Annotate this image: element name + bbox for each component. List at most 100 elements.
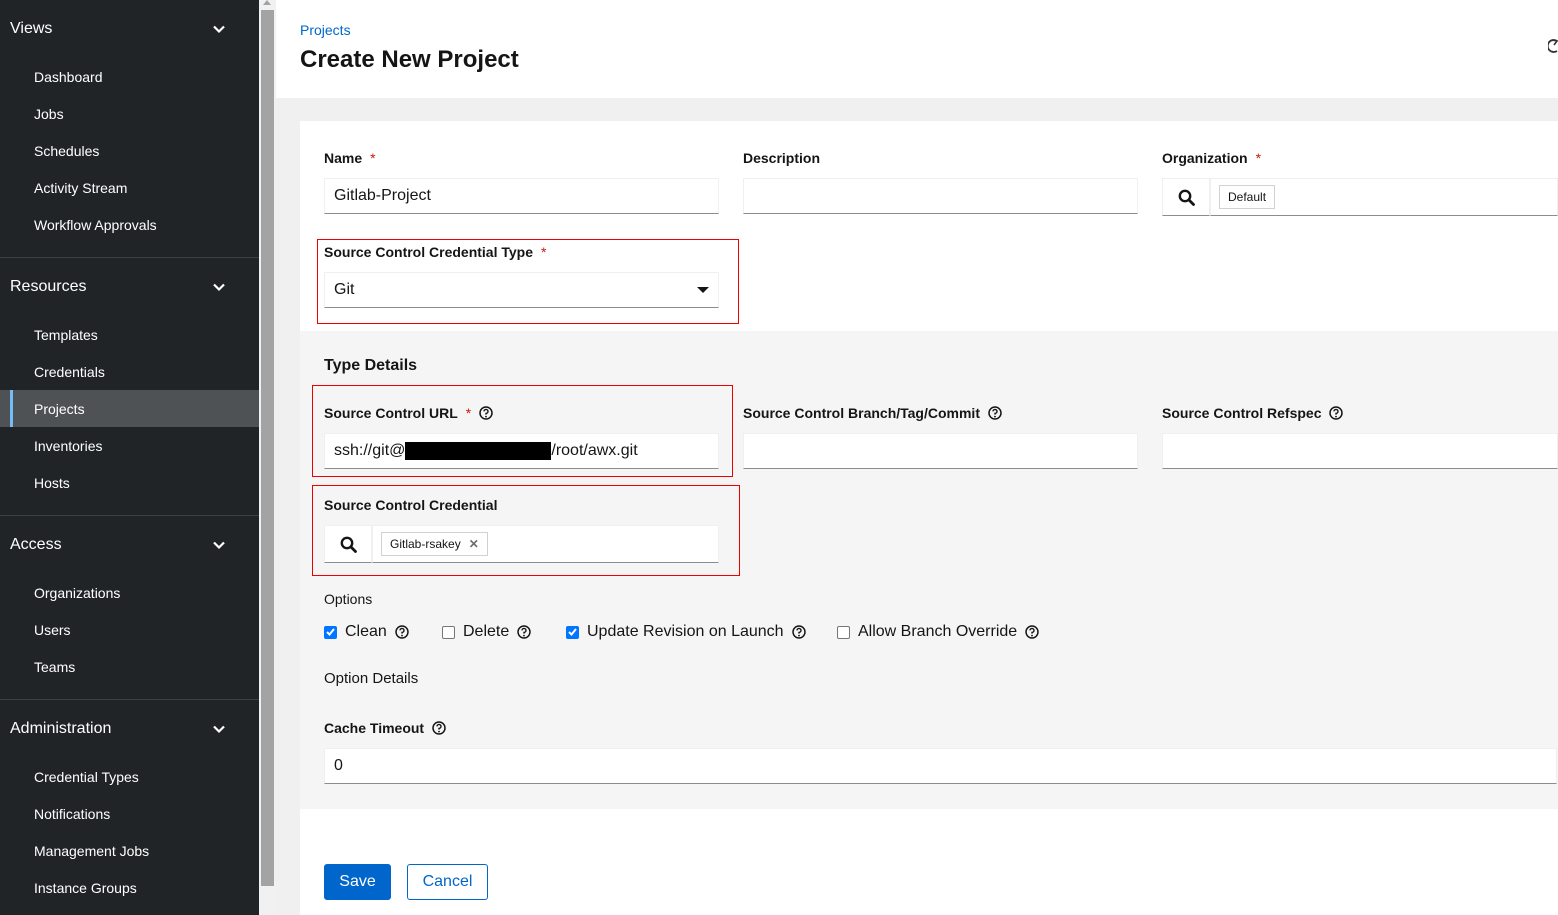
sidebar-item-organizations[interactable]: Organizations <box>0 574 259 611</box>
option-delete[interactable]: Delete <box>442 623 531 641</box>
credential-lookup-button[interactable] <box>324 525 372 563</box>
scm-refspec-input[interactable] <box>1162 433 1558 469</box>
help-icon[interactable] <box>479 406 493 420</box>
credential-lookup-field[interactable]: Gitlab-rsakey ✕ <box>372 525 719 563</box>
sidebar-item-management-jobs[interactable]: Management Jobs <box>0 832 259 869</box>
organization-chip: Default <box>1219 185 1276 209</box>
help-icon[interactable] <box>791 625 806 639</box>
organization-lookup-button[interactable] <box>1162 178 1210 216</box>
clean-label: Clean <box>345 623 387 640</box>
allow-branch-override-checkbox[interactable] <box>837 625 850 639</box>
sidebar-item-jobs[interactable]: Jobs <box>0 95 259 132</box>
organization-lookup-field[interactable]: Default <box>1210 178 1558 216</box>
sidebar-item-schedules[interactable]: Schedules <box>0 132 259 169</box>
scroll-up-arrow-icon[interactable] <box>263 0 271 5</box>
save-button[interactable]: Save <box>324 864 391 900</box>
required-asterisk: * <box>370 150 376 166</box>
breadcrumb-projects[interactable]: Projects <box>300 22 351 38</box>
nav-group-access: Access Organizations Users Teams <box>0 516 259 700</box>
history-icon[interactable] <box>1548 38 1558 54</box>
nav-group-title: Resources <box>10 278 87 295</box>
page-header: Projects Create New Project <box>276 0 1558 98</box>
sidebar: Views Dashboard Jobs Schedules Activity … <box>0 0 259 915</box>
organization-label-text: Organization <box>1162 150 1248 166</box>
credential-label-text: Source Control Credential <box>324 497 498 513</box>
option-details-title: Option Details <box>324 670 419 687</box>
description-label-text: Description <box>743 150 821 166</box>
help-icon[interactable] <box>517 625 531 639</box>
required-asterisk: * <box>465 405 472 421</box>
nav-group-title: Access <box>10 536 62 553</box>
sidebar-item-notifications[interactable]: Notifications <box>0 795 259 832</box>
sidebar-item-projects[interactable]: Projects <box>0 390 259 427</box>
scm-branch-label-text: Source Control Branch/Tag/Commit <box>743 405 980 421</box>
sidebar-item-dashboard[interactable]: Dashboard <box>0 58 259 95</box>
nav-group-resources-toggle[interactable]: Resources <box>0 258 259 316</box>
scrollbar-thumb[interactable] <box>261 10 274 886</box>
description-input[interactable] <box>743 178 1138 214</box>
options-title: Options <box>324 591 373 607</box>
project-form-card: Name * Gitlab-Project Description Organi… <box>300 121 1558 915</box>
name-input[interactable]: Gitlab-Project <box>324 178 719 214</box>
redacted-hostname <box>405 442 552 460</box>
caret-down-icon <box>697 287 709 293</box>
help-icon[interactable] <box>432 721 446 735</box>
help-icon[interactable] <box>1329 406 1344 420</box>
nav-group-administration-toggle[interactable]: Administration <box>0 700 259 758</box>
close-icon[interactable]: ✕ <box>469 537 479 551</box>
sidebar-item-inventories[interactable]: Inventories <box>0 427 259 464</box>
help-icon[interactable] <box>395 625 409 639</box>
scm-url-input[interactable]: ssh://git@ /root/awx.git <box>324 433 719 469</box>
nav-group-access-toggle[interactable]: Access <box>0 516 259 574</box>
allow-branch-override-label: Allow Branch Override <box>858 623 1018 640</box>
update-revision-label: Update Revision on Launch <box>587 623 784 640</box>
delete-label: Delete <box>463 623 510 640</box>
nav-group-views-toggle[interactable]: Views <box>0 0 259 58</box>
scm-type-label-text: Source Control Credential Type <box>324 244 533 260</box>
sidebar-item-users[interactable]: Users <box>0 611 259 648</box>
description-label: Description <box>743 150 820 166</box>
scm-url-prefix: ssh://git@ <box>334 442 406 459</box>
checkmark-icon <box>568 628 577 636</box>
help-icon[interactable] <box>988 406 1002 420</box>
type-details-title: Type Details <box>324 357 418 374</box>
scm-branch-input[interactable] <box>743 433 1138 469</box>
scm-type-select[interactable]: Git <box>324 272 719 308</box>
sidebar-item-instance-groups[interactable]: Instance Groups <box>0 869 259 906</box>
scm-url-suffix: /root/awx.git <box>551 442 638 459</box>
search-icon <box>1178 189 1195 206</box>
option-update-revision[interactable]: Update Revision on Launch <box>566 623 806 641</box>
cache-timeout-input[interactable]: 0 <box>324 748 1557 784</box>
sidebar-item-credentials[interactable]: Credentials <box>0 353 259 390</box>
delete-checkbox[interactable] <box>442 625 455 639</box>
page-title: Create New Project <box>300 46 519 73</box>
required-asterisk: * <box>1255 150 1262 166</box>
sidebar-item-activity-stream[interactable]: Activity Stream <box>0 169 259 206</box>
nav-group-title: Views <box>10 20 53 37</box>
sidebar-item-templates[interactable]: Templates <box>0 316 259 353</box>
credential-chip: Gitlab-rsakey ✕ <box>381 532 488 556</box>
clean-checkbox[interactable] <box>324 625 337 639</box>
checkmark-icon <box>326 628 335 636</box>
sidebar-item-credential-types[interactable]: Credential Types <box>0 758 259 795</box>
scm-type-selected-value: Git <box>334 281 355 298</box>
organization-chip-label: Default <box>1228 190 1267 204</box>
sidebar-item-teams[interactable]: Teams <box>0 648 259 685</box>
scm-refspec-label-text: Source Control Refspec <box>1162 405 1322 421</box>
help-icon[interactable] <box>1025 625 1039 639</box>
nav-group-administration: Administration Credential Types Notifica… <box>0 700 259 915</box>
search-icon <box>340 536 357 553</box>
sidebar-scrollbar[interactable] <box>259 0 276 915</box>
sidebar-item-hosts[interactable]: Hosts <box>0 464 259 501</box>
cancel-button[interactable]: Cancel <box>407 864 488 900</box>
option-allow-branch-override[interactable]: Allow Branch Override <box>837 623 1039 641</box>
chevron-down-icon <box>213 541 225 550</box>
scm-type-label: Source Control Credential Type * <box>324 244 546 260</box>
option-clean[interactable]: Clean <box>324 623 409 641</box>
sidebar-item-workflow-approvals[interactable]: Workflow Approvals <box>0 206 259 243</box>
name-label: Name * <box>324 150 376 166</box>
credential-chip-label: Gitlab-rsakey <box>390 537 461 551</box>
scm-branch-label: Source Control Branch/Tag/Commit <box>743 405 1002 421</box>
update-revision-checkbox[interactable] <box>566 625 579 639</box>
scm-url-label: Source Control URL * <box>324 405 493 421</box>
